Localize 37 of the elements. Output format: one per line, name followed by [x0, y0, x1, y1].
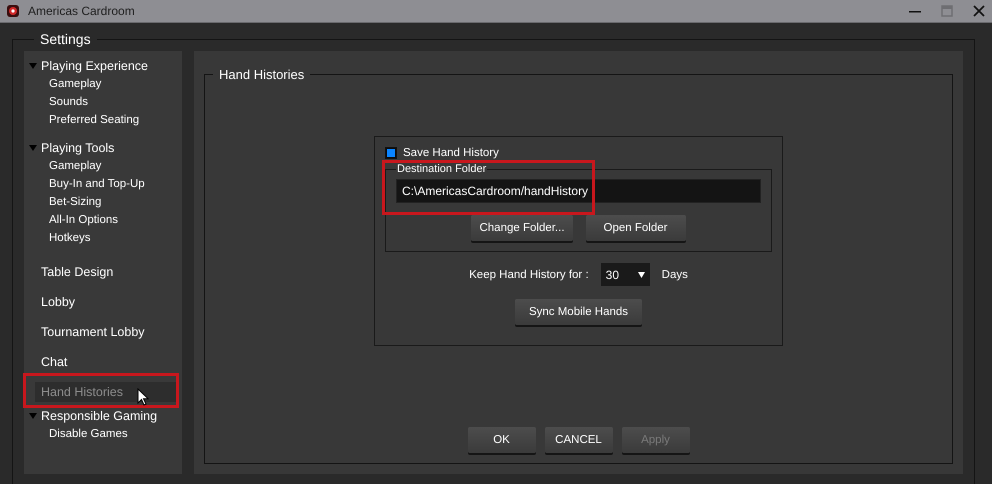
- sidebar-item[interactable]: Hand Histories: [35, 382, 176, 402]
- sidebar-group[interactable]: Playing Tools: [24, 139, 182, 157]
- folder-path-field[interactable]: C:\AmericasCardroom/handHistory: [396, 179, 761, 203]
- settings-title: Settings: [39, 31, 92, 47]
- checkbox[interactable]: [385, 147, 397, 159]
- expanded-triangle-icon: [29, 144, 37, 152]
- close-icon[interactable]: [972, 4, 986, 18]
- dialog-button[interactable]: CANCEL: [544, 427, 612, 453]
- caret-icon: [638, 272, 645, 278]
- sync-button[interactable]: Sync Mobile Hands: [515, 299, 642, 325]
- panel-title: Hand Histories: [218, 67, 306, 82]
- checkbox-label: Save Hand History: [403, 147, 499, 159]
- sidebar-item[interactable]: Preferred Seating: [24, 111, 182, 129]
- folder-button[interactable]: Change Folder...: [471, 215, 573, 241]
- destination-folder-title: Destination Folder: [396, 163, 488, 175]
- sidebar-item[interactable]: Buy-In and Top-Up: [24, 175, 182, 193]
- days-label: Days: [662, 268, 688, 280]
- days-dropdown[interactable]: 30: [600, 263, 650, 286]
- group-label: Playing Experience: [41, 59, 148, 73]
- keep-label: Keep Hand History for :: [469, 268, 589, 280]
- sidebar-item[interactable]: Bet-Sizing: [24, 193, 182, 211]
- sidebar-group[interactable]: Responsible Gaming: [24, 407, 182, 425]
- folder-button[interactable]: Open Folder: [586, 215, 686, 241]
- sidebar-item[interactable]: All-In Options: [24, 211, 182, 229]
- sidebar-item[interactable]: Hotkeys: [24, 229, 182, 247]
- sidebar-item[interactable]: Sounds: [24, 93, 182, 111]
- window-title: Americas Cardroom: [28, 4, 136, 18]
- sidebar-item[interactable]: Disable Games: [24, 425, 182, 443]
- sidebar-group[interactable]: Playing Experience: [24, 57, 182, 75]
- dialog-button[interactable]: OK: [468, 427, 536, 453]
- expanded-triangle-icon: [29, 62, 37, 70]
- group-label: Playing Tools: [41, 141, 114, 155]
- sidebar-item[interactable]: Gameplay: [24, 75, 182, 93]
- group-label: Responsible Gaming: [41, 409, 158, 423]
- app-logo-icon: [6, 4, 20, 18]
- expanded-triangle-icon: [29, 412, 37, 420]
- sidebar-item[interactable]: Gameplay: [24, 157, 182, 175]
